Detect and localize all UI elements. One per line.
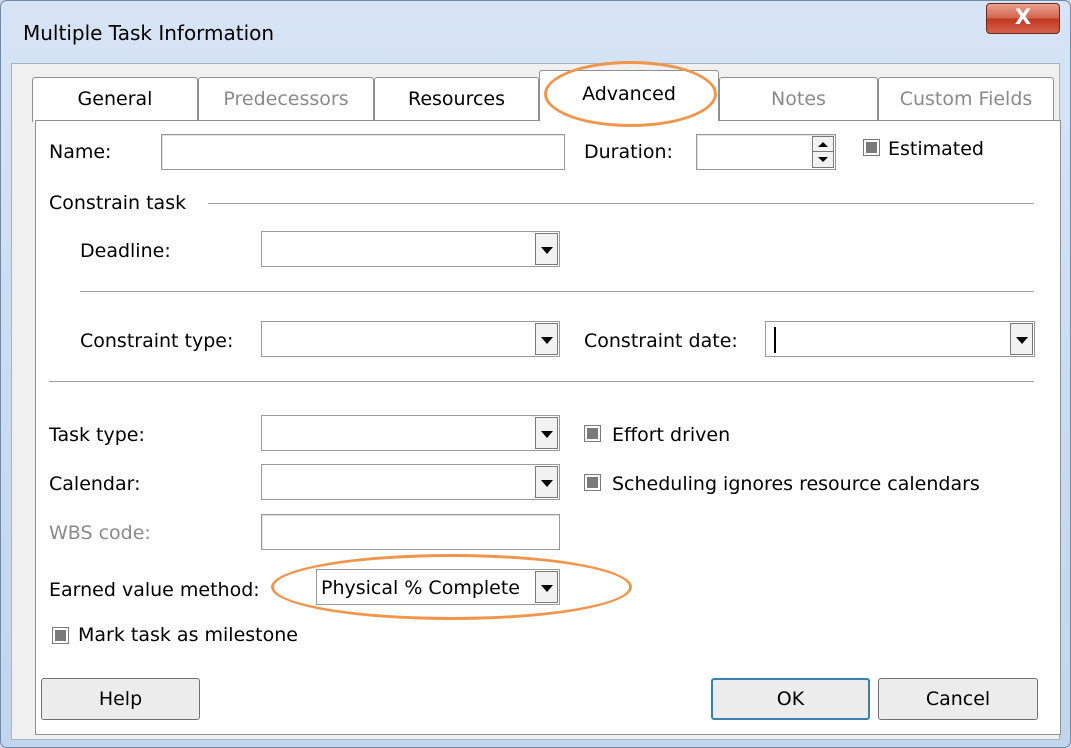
spin-up-icon[interactable] (813, 137, 833, 152)
group-divider (208, 203, 1034, 205)
section-divider (49, 381, 1034, 383)
constraint-type-label: Constraint type: (80, 330, 234, 352)
tab-general[interactable]: General (32, 77, 198, 122)
chevron-down-icon[interactable] (535, 571, 558, 603)
close-button[interactable]: X (986, 3, 1060, 34)
help-button[interactable]: Help (41, 678, 200, 720)
close-icon: X (1014, 5, 1032, 29)
milestone-label: Mark task as milestone (78, 624, 298, 646)
task-type-dropdown[interactable] (261, 415, 560, 451)
tab-resources[interactable]: Resources (374, 77, 539, 122)
dialog-client-area: General Predecessors Resources Advanced … (11, 63, 1061, 740)
calendar-label: Calendar: (49, 473, 141, 495)
chevron-down-icon[interactable] (535, 233, 558, 265)
deadline-dropdown[interactable] (261, 231, 560, 267)
name-label: Name: (49, 141, 112, 163)
chevron-down-icon[interactable] (535, 466, 558, 498)
constraint-date-dropdown[interactable] (765, 321, 1035, 357)
constrain-task-group-label: Constrain task (49, 192, 187, 214)
deadline-label: Deadline: (80, 240, 171, 262)
chevron-down-icon[interactable] (1010, 323, 1033, 355)
duration-spinner[interactable] (812, 136, 834, 168)
tab-predecessors[interactable]: Predecessors (198, 77, 374, 122)
milestone-checkbox[interactable] (52, 627, 69, 644)
earned-value-dropdown[interactable]: Physical % Complete (316, 569, 560, 605)
calendar-dropdown[interactable] (261, 464, 560, 500)
tab-notes[interactable]: Notes (719, 77, 878, 122)
text-caret (774, 327, 776, 353)
scheduling-ignores-checkbox[interactable] (584, 474, 601, 491)
task-type-label: Task type: (49, 424, 145, 446)
estimated-label: Estimated (888, 138, 984, 160)
constraint-type-dropdown[interactable] (261, 321, 560, 357)
name-input[interactable] (161, 134, 565, 170)
cancel-button[interactable]: Cancel (878, 678, 1038, 720)
chevron-down-icon[interactable] (535, 417, 558, 449)
earned-value-value: Physical % Complete (321, 577, 520, 599)
estimated-checkbox[interactable] (863, 139, 880, 156)
ok-button[interactable]: OK (711, 678, 870, 720)
duration-label: Duration: (584, 141, 673, 163)
effort-driven-label: Effort driven (612, 424, 731, 446)
duration-input[interactable] (696, 134, 836, 170)
advanced-tab-panel: Name: Duration: Estimated Constrain task… (35, 120, 1061, 735)
effort-driven-checkbox[interactable] (584, 425, 601, 442)
tab-advanced[interactable]: Advanced (539, 70, 719, 121)
scheduling-ignores-label: Scheduling ignores resource calendars (612, 473, 980, 495)
wbs-code-input (261, 514, 560, 550)
spin-down-icon[interactable] (813, 152, 833, 167)
tab-custom-fields[interactable]: Custom Fields (878, 77, 1054, 122)
window-title: Multiple Task Information (23, 21, 275, 45)
chevron-down-icon[interactable] (535, 323, 558, 355)
earned-value-label: Earned value method: (49, 579, 260, 601)
dialog-window: Multiple Task Information X General Pred… (0, 0, 1071, 748)
wbs-code-label: WBS code: (49, 522, 151, 544)
section-divider (80, 291, 1034, 293)
constraint-date-label: Constraint date: (584, 330, 738, 352)
